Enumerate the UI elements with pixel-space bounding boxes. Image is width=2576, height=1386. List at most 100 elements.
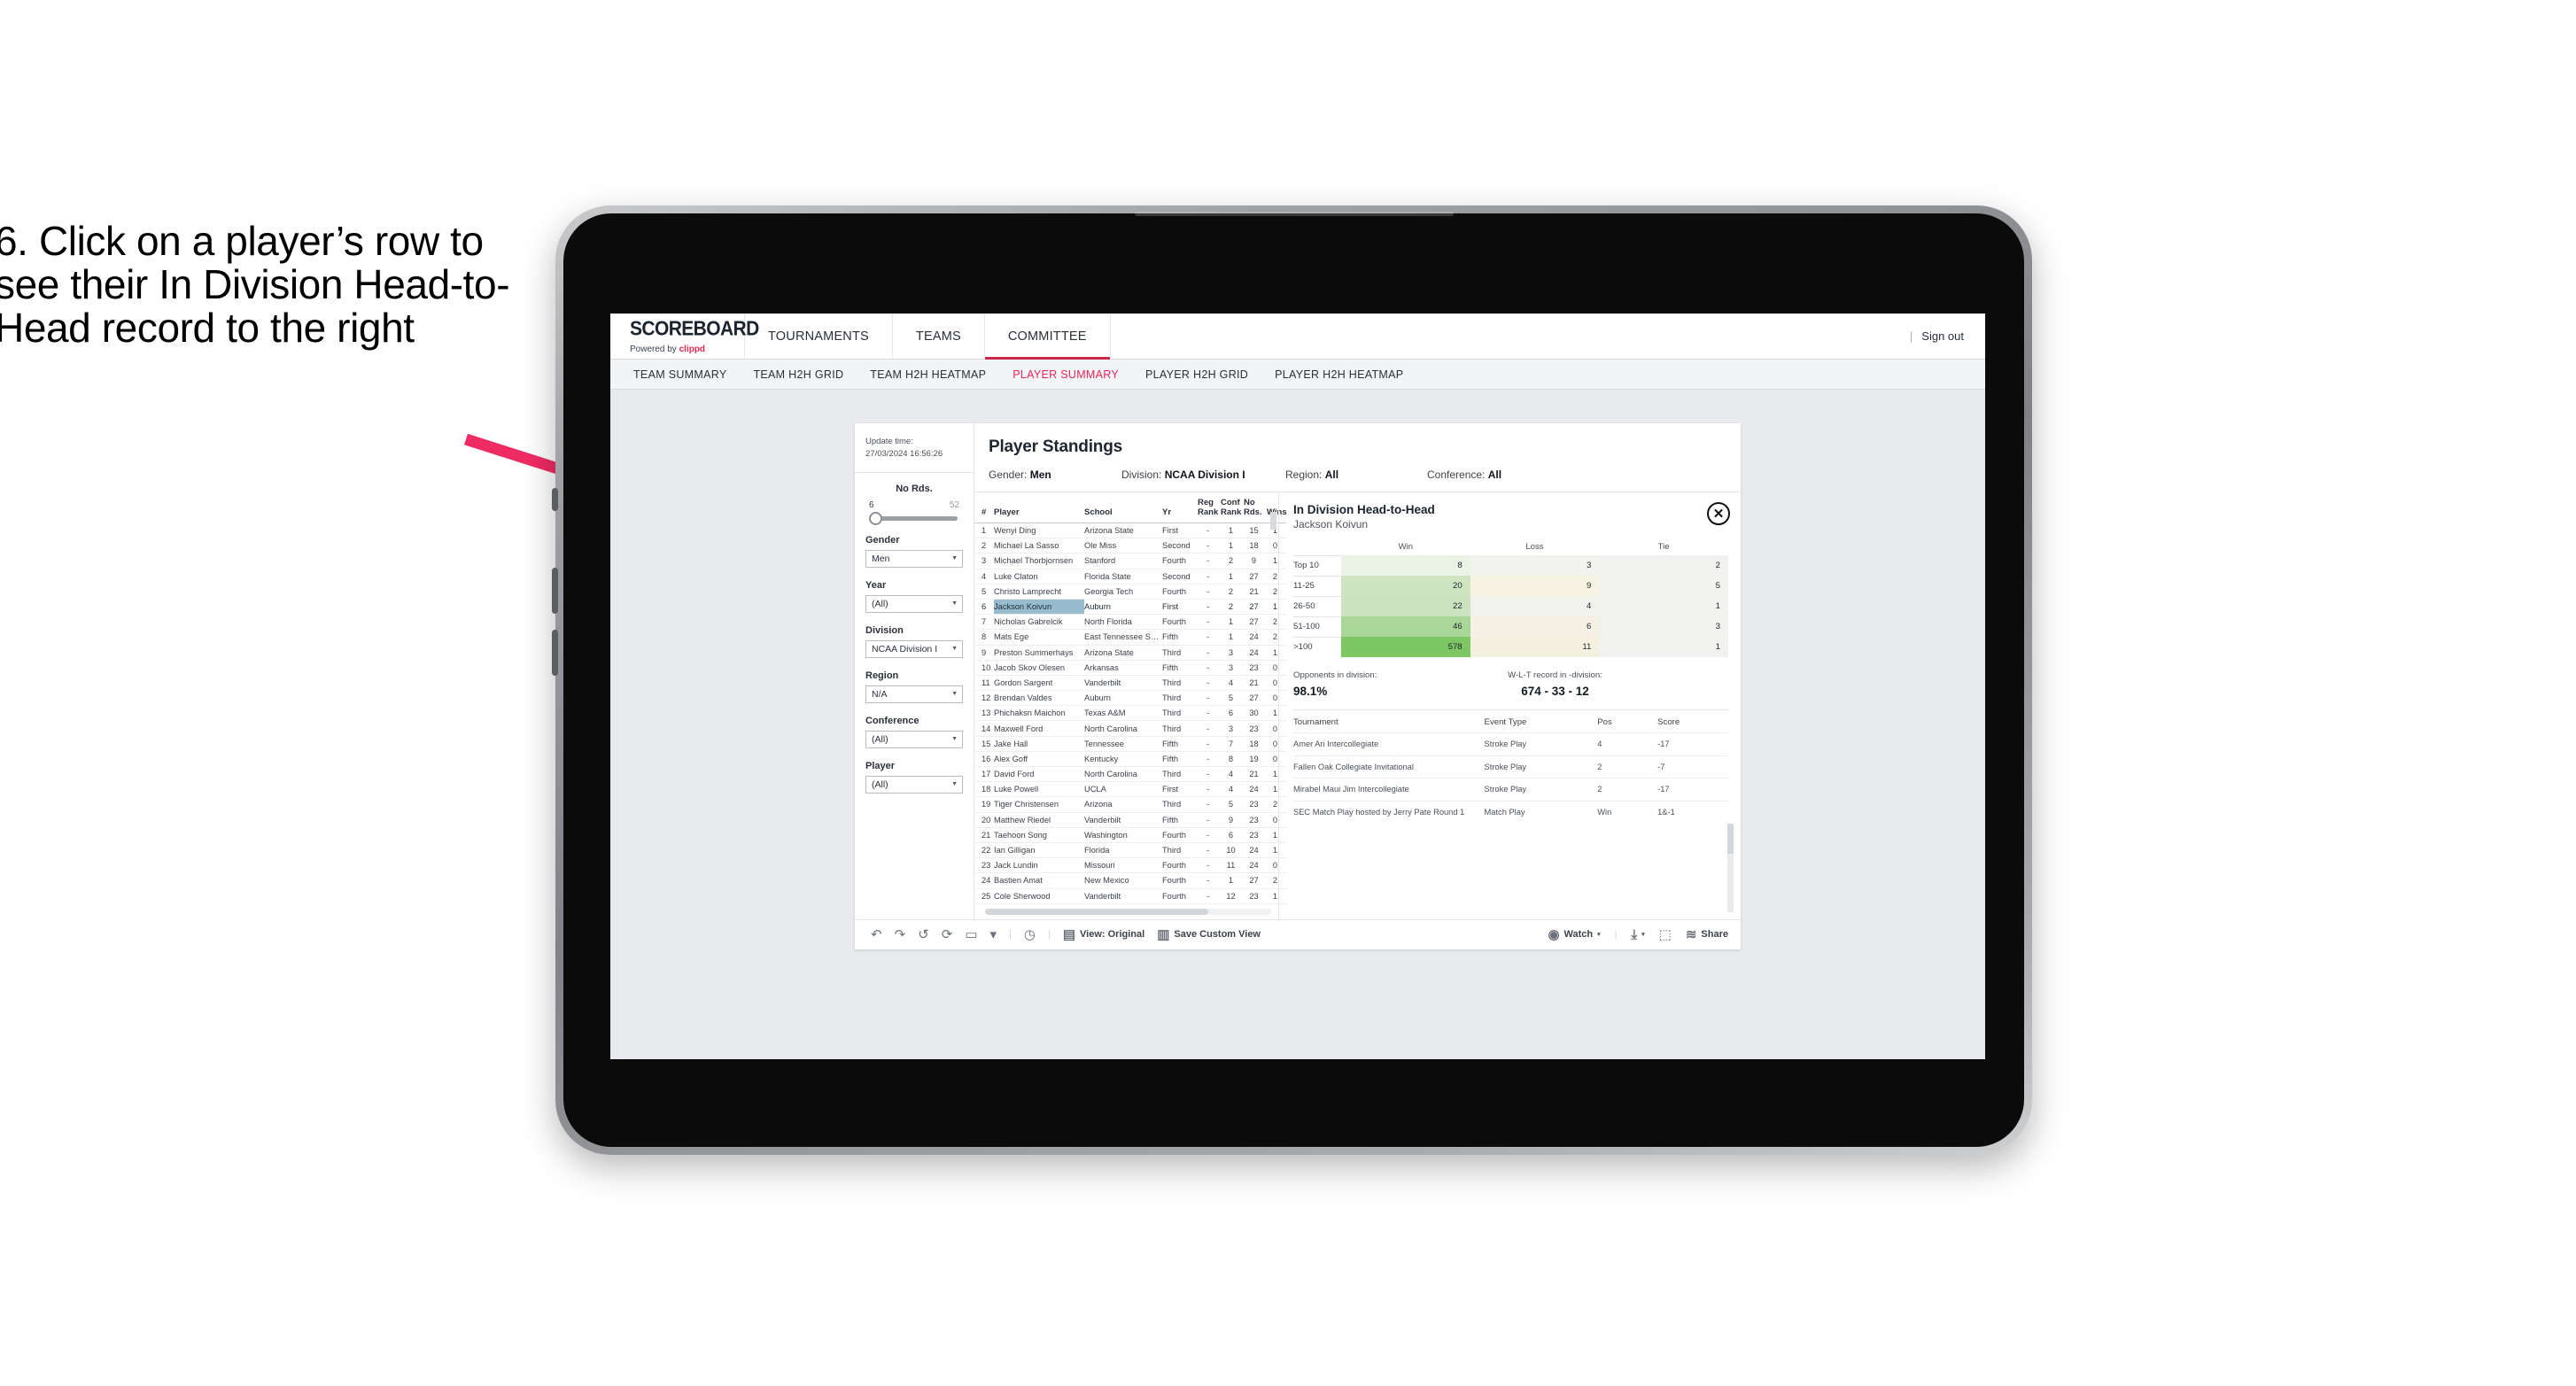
update-time-value: 27/03/2024 16:56:26	[865, 448, 943, 459]
table-row[interactable]: 12 Brendan Valdes Auburn Third -5 27 0	[974, 690, 1286, 707]
tournaments-column-header: Tournament	[1293, 717, 1338, 727]
column-header[interactable]: #	[974, 492, 994, 523]
redo-icon[interactable]: ↷	[895, 928, 906, 941]
table-cell: First	[1162, 781, 1198, 798]
table-row[interactable]: 9 Preston Summerhays Arizona State Third -3 2…	[974, 645, 1286, 661]
table-row[interactable]: 21 Taehoon Song Washington Fourth -6 23 1	[974, 827, 1286, 843]
chevron-down-icon[interactable]: ▾	[990, 928, 997, 941]
table-row[interactable]: 4 Luke Claton Florida State Second -1 27 2	[974, 569, 1286, 585]
table-cell: Auburn	[1084, 690, 1162, 707]
column-header[interactable]: School	[1084, 492, 1162, 523]
fullscreen-icon[interactable]: ⬚	[1659, 928, 1672, 941]
table-vertical-scrollbar[interactable]	[1270, 512, 1276, 530]
table-cell: Florida State	[1084, 569, 1162, 585]
pause-auto-update-icon[interactable]: ▭	[965, 928, 977, 941]
nav-item-committee[interactable]: COMMITTEE	[984, 314, 1111, 360]
download-button[interactable]: ⤓ ▾	[1632, 928, 1645, 941]
save-custom-view-button[interactable]: ▥ Save Custom View	[1157, 928, 1261, 941]
table-row[interactable]: 8 Mats Ege East Tennessee State Fifth -1 24 2	[974, 629, 1286, 646]
table-row[interactable]: 16 Alex Goff Kentucky Fifth -8 19 0	[974, 751, 1286, 768]
table-row[interactable]: 13 Phichaksn Maichon Texas A&M Third -6 30 1	[974, 705, 1286, 722]
column-header[interactable]: Yr	[1162, 492, 1198, 523]
share-button[interactable]: ≋ Share	[1686, 928, 1728, 941]
table-cell: -	[1198, 523, 1221, 539]
filter-region-select[interactable]: N/A ▼	[865, 685, 963, 703]
nav-item-tournaments[interactable]: TOURNAMENTS	[745, 314, 893, 359]
table-row[interactable]: 18 Luke Powell UCLA First -4 24 1	[974, 781, 1286, 798]
h2h-body: Top 10 8 3 2 11-25 20 9 5 26-50 22 4 1 51-100 46 6 3 >10…	[1293, 554, 1728, 657]
column-header[interactable]: No Rds.	[1244, 492, 1267, 523]
table-row[interactable]: 23 Jack Lundin Missouri Fourth -11 24 0	[974, 857, 1286, 874]
table-row[interactable]: 3 Michael Thorbjornsen Stanford Fourth -2 9 1	[974, 553, 1286, 569]
table-row[interactable]: 5 Christo Lamprecht Georgia Tech Fourth -2 21…	[974, 584, 1286, 600]
tab-team-summary[interactable]: TEAM SUMMARY	[633, 368, 726, 381]
table-cell: Third	[1162, 690, 1198, 707]
tab-team-h2h-grid[interactable]: TEAM H2H GRID	[753, 368, 843, 381]
meta-division-value: NCAA Division I	[1164, 468, 1245, 481]
no-rounds-slider-handle[interactable]	[869, 511, 882, 525]
table-row[interactable]: 20 Matthew Riedel Vanderbilt Fifth -9 23 0	[974, 812, 1286, 828]
device-button-volume-up[interactable]	[552, 568, 558, 614]
filter-division-label: Division	[865, 624, 904, 636]
table-cell: -	[1198, 842, 1221, 859]
tournament-cell: Stroke Play	[1484, 755, 1598, 778]
workspace: Update time: 27/03/2024 16:56:26 No Rds.…	[610, 390, 1985, 949]
table-cell: 2	[1221, 599, 1244, 616]
meta-gender-value: Men	[1029, 468, 1051, 481]
no-rounds-slider[interactable]	[869, 511, 958, 525]
table-row[interactable]: 25 Cole Sherwood Vanderbilt Fourth -12 23 1	[974, 888, 1286, 904]
table-row[interactable]: 17 David Ford North Carolina Third -4 21 1	[974, 766, 1286, 783]
filter-year-select[interactable]: (All) ▼	[865, 594, 963, 613]
h2h-cell: 20	[1341, 576, 1470, 596]
table-row[interactable]: 2 Michael La Sasso Ole Miss Second -1 18 0	[974, 538, 1286, 554]
table-cell: Phichaksn Maichon	[994, 705, 1084, 722]
tab-player-h2h-grid[interactable]: PLAYER H2H GRID	[1145, 368, 1248, 381]
table-cell: 2	[1221, 584, 1244, 600]
table-row[interactable]: 6 Jackson Koivun Auburn First -2 27 1	[974, 599, 1286, 616]
filter-player-select[interactable]: (All) ▼	[865, 775, 963, 794]
sign-out-link[interactable]: Sign out	[1921, 329, 1964, 343]
device-button-power[interactable]	[552, 488, 558, 511]
table-cell: 24	[974, 872, 994, 889]
table-cell: 1	[974, 523, 994, 539]
table-cell: Vanderbilt	[1084, 812, 1162, 828]
detail-panel: ✕ In Division Head-to-Head Jackson Koivu…	[1278, 492, 1741, 919]
table-row[interactable]: 1 Wenyi Ding Arizona State First -1 15 1	[974, 523, 1286, 539]
tab-player-h2h-heatmap[interactable]: PLAYER H2H HEATMAP	[1275, 368, 1403, 381]
device-button-volume-down[interactable]	[552, 630, 558, 676]
column-header[interactable]: Reg Rank	[1198, 492, 1221, 523]
tournaments-scrollbar[interactable]	[1727, 823, 1734, 912]
column-header[interactable]: Conf Rank	[1221, 492, 1244, 523]
table-row[interactable]: 24 Bastien Amat New Mexico Fourth -1 27 2	[974, 872, 1286, 889]
brand-logo[interactable]: SCOREBOARD Powered by clippd	[610, 314, 759, 359]
table-cell: Georgia Tech	[1084, 584, 1162, 600]
table-horizontal-scrollbar[interactable]	[985, 908, 1271, 915]
update-time-block: Update time: 27/03/2024 16:56:26	[855, 423, 974, 473]
refresh-icon[interactable]: ⟳	[942, 928, 953, 941]
filter-division-select[interactable]: NCAA Division I ▼	[865, 639, 963, 658]
nav-item-teams[interactable]: TEAMS	[893, 314, 985, 359]
table-cell: 23	[1244, 888, 1267, 904]
close-icon[interactable]: ✕	[1707, 502, 1730, 525]
table-cell: East Tennessee State	[1084, 629, 1162, 646]
watch-button[interactable]: ◉ Watch ▾	[1548, 928, 1600, 941]
table-row[interactable]: 7 Nicholas Gabrelcik North Florida Fourth -1…	[974, 614, 1286, 631]
filter-gender-select[interactable]: Men ▼	[865, 549, 963, 568]
undo-icon[interactable]: ↶	[871, 928, 882, 941]
revert-icon[interactable]: ↺	[918, 928, 929, 941]
column-header[interactable]: Player	[994, 492, 1084, 523]
view-original-button[interactable]: ▤ View: Original	[1063, 928, 1144, 941]
clock-icon[interactable]: ◷	[1024, 928, 1036, 941]
tab-team-h2h-heatmap[interactable]: TEAM H2H HEATMAP	[870, 368, 986, 381]
table-row[interactable]: 14 Maxwell Ford North Carolina Third -3 23 0	[974, 720, 1286, 737]
table-row[interactable]: 15 Jake Hall Tennessee Fifth -7 18 0	[974, 736, 1286, 752]
table-cell: -	[1198, 872, 1221, 889]
tab-player-summary[interactable]: PLAYER SUMMARY	[1013, 368, 1119, 381]
table-row[interactable]: 22 Ian Gilligan Florida Third -10 24 1	[974, 842, 1286, 859]
table-row[interactable]: 11 Gordon Sargent Vanderbilt Third -4 21 0	[974, 675, 1286, 692]
table-cell: 27	[1244, 599, 1267, 616]
table-row[interactable]: 10 Jacob Skov Olesen Arkansas Fifth -3 23 0	[974, 660, 1286, 676]
table-cell: Jacob Skov Olesen	[994, 660, 1084, 676]
table-row[interactable]: 19 Tiger Christensen Arizona Third -5 23 2	[974, 796, 1286, 813]
filter-conference-select[interactable]: (All) ▼	[865, 730, 963, 748]
